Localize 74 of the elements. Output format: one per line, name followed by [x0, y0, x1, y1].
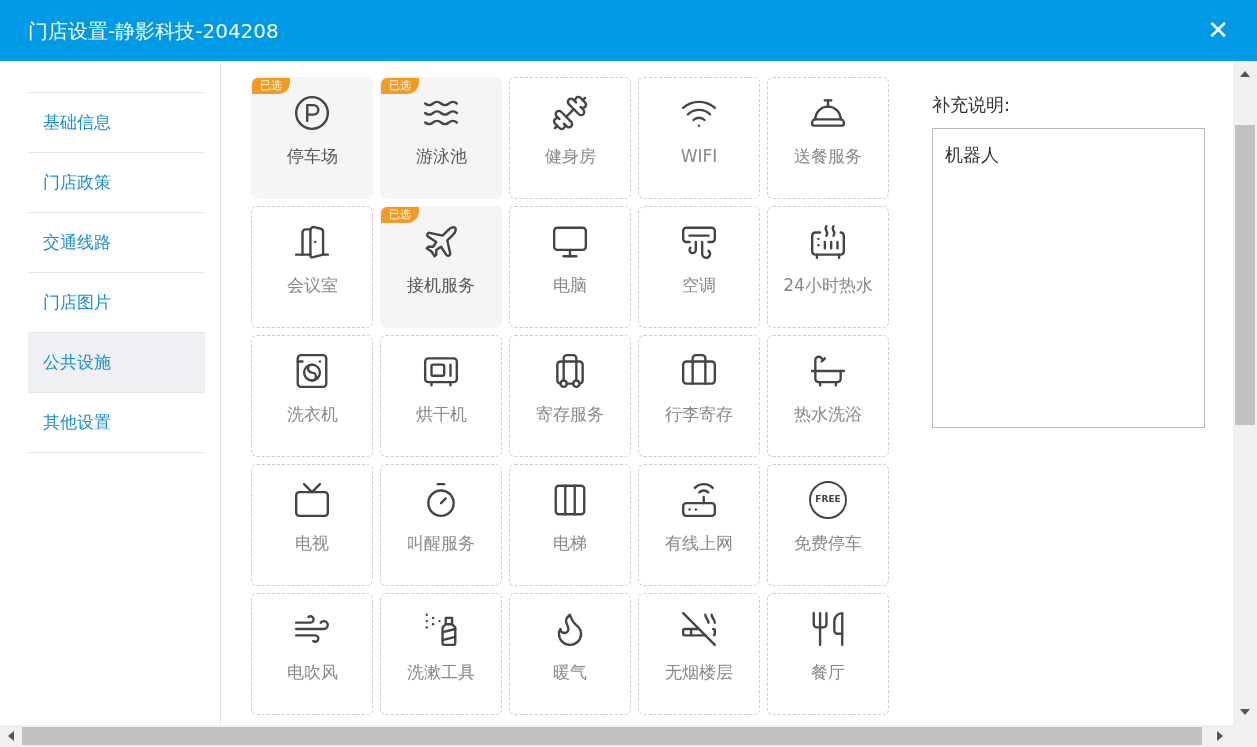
facility-tile[interactable]: 热水洗浴	[767, 335, 889, 457]
facility-tile[interactable]: 烘干机	[380, 335, 502, 457]
facility-tile[interactable]: 暖气	[509, 593, 631, 715]
facility-tile[interactable]: 电梯	[509, 464, 631, 586]
facility-label: 有线上网	[665, 532, 733, 555]
facility-label: 烘干机	[415, 403, 467, 426]
facility-tile[interactable]: 24小时热水	[767, 206, 889, 328]
facility-label: 洗衣机	[286, 403, 338, 426]
close-button[interactable]: ✕	[1207, 11, 1229, 50]
window-title: 门店设置-静影科技-204208	[28, 17, 279, 45]
facility-tile[interactable]: 会议室	[251, 206, 373, 328]
facility-tile[interactable]: 已选 接机服务	[380, 206, 502, 328]
facility-tile[interactable]: 已选 游泳池	[380, 77, 502, 199]
facility-label: 电脑	[553, 274, 587, 297]
facility-label: 寄存服务	[536, 403, 604, 426]
facility-label: WIFI	[680, 145, 718, 168]
facility-label: 餐厅	[811, 661, 845, 684]
facility-label: 热水洗浴	[794, 403, 862, 426]
facility-tile[interactable]: 寄存服务	[509, 335, 631, 457]
facility-label: 停车场	[286, 145, 338, 168]
facility-label: 叫醒服务	[407, 532, 475, 555]
notes-field[interactable]: 机器人	[932, 128, 1205, 428]
tv-icon	[293, 481, 331, 519]
dumbbell-icon	[551, 94, 589, 132]
router-icon	[680, 481, 718, 519]
facility-label: 免费停车	[794, 532, 862, 555]
notes-label: 补充说明:	[932, 93, 1012, 117]
selected-badge: 已选	[381, 207, 419, 223]
heater-icon	[809, 223, 847, 261]
vertical-scrollbar[interactable]	[1233, 61, 1257, 725]
no-smoking-icon	[680, 610, 718, 648]
selected-badge: 已选	[252, 78, 290, 94]
facility-label: 行李寄存	[665, 403, 733, 426]
facility-tile[interactable]: 电吹风	[251, 593, 373, 715]
facility-tile[interactable]: 无烟楼层	[638, 593, 760, 715]
facility-label: 接机服务	[407, 274, 475, 297]
facility-tile[interactable]: 空调	[638, 206, 760, 328]
facility-tile[interactable]: 洗衣机	[251, 335, 373, 457]
parking-icon	[293, 94, 331, 132]
scrollbar-thumb[interactable]	[22, 727, 1202, 745]
facility-tile[interactable]: 电视	[251, 464, 373, 586]
facility-label: 送餐服务	[794, 145, 862, 168]
facility-label: 24小时热水	[783, 274, 873, 297]
facility-tile[interactable]: 电脑	[509, 206, 631, 328]
sidebar-item[interactable]: 公共设施	[28, 333, 205, 393]
horizontal-scrollbar[interactable]	[0, 725, 1257, 747]
facility-tile[interactable]: 已选 停车场	[251, 77, 373, 199]
facility-tile[interactable]: 行李寄存	[638, 335, 760, 457]
facility-label: 电梯	[553, 532, 587, 555]
facility-label: 游泳池	[415, 145, 467, 168]
facility-tile[interactable]: 送餐服务	[767, 77, 889, 199]
facility-label: 健身房	[544, 145, 596, 168]
scroll-left-icon[interactable]	[8, 731, 14, 741]
facility-label: 电吹风	[286, 661, 338, 684]
facility-tile[interactable]: 有线上网	[638, 464, 760, 586]
facility-tile[interactable]: WIFI	[638, 77, 760, 199]
facility-label: 暖气	[553, 661, 587, 684]
scroll-up-icon[interactable]	[1240, 71, 1250, 77]
scroll-right-icon[interactable]	[1217, 731, 1223, 741]
facility-label: 洗漱工具	[407, 661, 475, 684]
facility-tile[interactable]: 洗漱工具	[380, 593, 502, 715]
door-icon	[293, 223, 331, 261]
selected-badge: 已选	[381, 78, 419, 94]
facility-label: 空调	[682, 274, 716, 297]
facility-label: 无烟楼层	[665, 661, 733, 684]
free-icon: FREE	[809, 481, 847, 519]
facility-label: 会议室	[286, 274, 338, 297]
facility-tile[interactable]: 餐厅	[767, 593, 889, 715]
facility-tile[interactable]: 叫醒服务	[380, 464, 502, 586]
scrollbar-thumb[interactable]	[1235, 125, 1255, 425]
scroll-down-icon[interactable]	[1240, 709, 1250, 715]
facility-tile[interactable]: FREE 免费停车	[767, 464, 889, 586]
facility-tile[interactable]: 健身房	[509, 77, 631, 199]
facility-label: 电视	[295, 532, 329, 555]
